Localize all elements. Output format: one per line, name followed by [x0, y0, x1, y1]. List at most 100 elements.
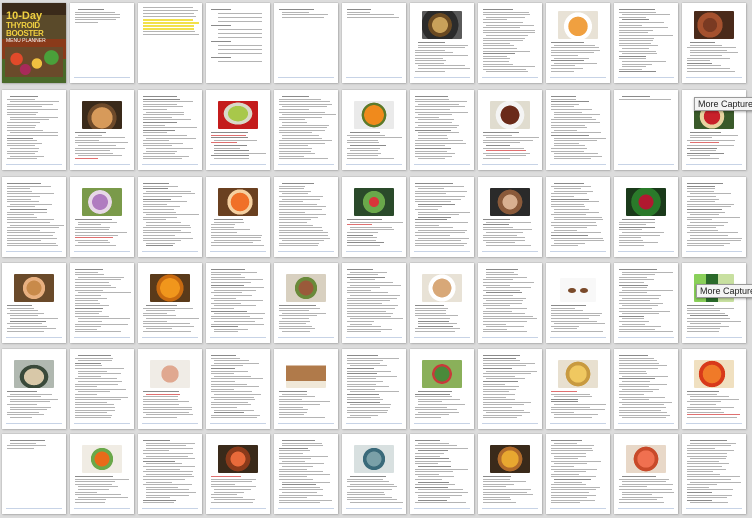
- cover-title-3: BOOSTER: [6, 29, 44, 38]
- page-thumbnail[interactable]: [546, 90, 610, 170]
- page-thumbnail[interactable]: [614, 90, 678, 170]
- recipe-photo-nuts: [560, 278, 596, 302]
- page-thumbnail[interactable]: [410, 90, 474, 170]
- page-thumbnail[interactable]: [274, 3, 338, 83]
- page-thumbnail-grid: 10-Day THYROID BOOSTER MENU PLANNER: [0, 0, 752, 518]
- recipe-photo-stew: [354, 445, 394, 473]
- page-thumbnail[interactable]: [682, 263, 746, 343]
- page-thumbnail[interactable]: [410, 434, 474, 514]
- page-thumbnail[interactable]: [274, 90, 338, 170]
- recipe-photo-skillet: [422, 11, 462, 39]
- page-thumbnail[interactable]: [70, 434, 134, 514]
- page-thumbnail[interactable]: [546, 349, 610, 429]
- recipe-photo-meat: [694, 11, 734, 39]
- cover-page-thumbnail[interactable]: 10-Day THYROID BOOSTER MENU PLANNER: [2, 3, 66, 83]
- recipe-photo-guac: [218, 101, 258, 129]
- page-thumbnail[interactable]: [410, 349, 474, 429]
- cover-title-4: MENU PLANNER: [6, 38, 46, 44]
- recipe-photo-steak: [286, 274, 326, 302]
- recipe-photo-salad: [354, 188, 394, 216]
- page-thumbnail[interactable]: [546, 3, 610, 83]
- page-thumbnail[interactable]: [70, 349, 134, 429]
- page-thumbnail[interactable]: [274, 177, 338, 257]
- recipe-photo-peach: [694, 360, 734, 388]
- page-thumbnail[interactable]: [478, 177, 542, 257]
- page-thumbnail[interactable]: [410, 3, 474, 83]
- page-thumbnail[interactable]: [478, 3, 542, 83]
- recipe-photo-bowl: [14, 274, 54, 302]
- page-thumbnail[interactable]: [2, 90, 66, 170]
- page-thumbnail[interactable]: [682, 434, 746, 514]
- recipe-photo-oats: [150, 360, 190, 388]
- recipe-photo-salmon: [626, 445, 666, 473]
- page-thumbnail[interactable]: [342, 263, 406, 343]
- page-thumbnail[interactable]: [546, 177, 610, 257]
- more-capture-types-button[interactable]: More Capture Ty: [694, 97, 752, 111]
- recipe-photo-shrimp: [218, 445, 258, 473]
- page-thumbnail[interactable]: [342, 349, 406, 429]
- page-thumbnail[interactable]: [682, 349, 746, 429]
- page-thumbnail[interactable]: [478, 90, 542, 170]
- recipe-photo-greens: [422, 360, 462, 388]
- page-thumbnail[interactable]: [614, 3, 678, 83]
- page-thumbnail[interactable]: [682, 3, 746, 83]
- recipe-photo-chicken: [490, 188, 530, 216]
- page-thumbnail[interactable]: [138, 90, 202, 170]
- recipe-photo-paella: [490, 445, 530, 473]
- page-thumbnail[interactable]: [342, 90, 406, 170]
- page-thumbnail[interactable]: [206, 90, 270, 170]
- page-thumbnail[interactable]: [2, 349, 66, 429]
- page-thumbnail[interactable]: [138, 177, 202, 257]
- recipe-photo-cheese: [558, 360, 598, 388]
- page-thumbnail[interactable]: [410, 263, 474, 343]
- page-thumbnail[interactable]: [682, 177, 746, 257]
- page-thumbnail[interactable]: [70, 263, 134, 343]
- page-thumbnail[interactable]: [478, 349, 542, 429]
- page-thumbnail[interactable]: [546, 434, 610, 514]
- page-thumbnail[interactable]: [70, 3, 134, 83]
- recipe-photo-sauce: [218, 188, 258, 216]
- page-thumbnail[interactable]: [206, 434, 270, 514]
- page-thumbnail[interactable]: [206, 3, 270, 83]
- page-thumbnail[interactable]: [342, 177, 406, 257]
- page-thumbnail[interactable]: [546, 263, 610, 343]
- recipe-photo-beans: [490, 101, 530, 129]
- page-thumbnail[interactable]: [342, 3, 406, 83]
- recipe-photo-squash: [150, 274, 190, 302]
- recipe-photo-rice: [422, 274, 462, 302]
- page-thumbnail[interactable]: [614, 177, 678, 257]
- recipe-photo-fish: [14, 360, 54, 388]
- page-thumbnail[interactable]: [614, 349, 678, 429]
- recipe-photo-muffin: [82, 101, 122, 129]
- page-thumbnail[interactable]: [342, 434, 406, 514]
- page-thumbnail[interactable]: [70, 90, 134, 170]
- page-thumbnail[interactable]: [206, 349, 270, 429]
- recipe-photo-pancake: [286, 360, 326, 388]
- more-capture-types-button-2[interactable]: More Capture T: [696, 284, 752, 298]
- page-thumbnail[interactable]: [410, 177, 474, 257]
- page-thumbnail[interactable]: [274, 434, 338, 514]
- page-thumbnail[interactable]: [614, 263, 678, 343]
- page-thumbnail[interactable]: [138, 349, 202, 429]
- page-thumbnail[interactable]: [206, 177, 270, 257]
- page-thumbnail[interactable]: [138, 3, 202, 83]
- page-thumbnail[interactable]: [70, 177, 134, 257]
- page-thumbnail[interactable]: [2, 177, 66, 257]
- page-thumbnail[interactable]: [2, 434, 66, 514]
- page-thumbnail[interactable]: [206, 263, 270, 343]
- recipe-photo-carrot: [82, 445, 122, 473]
- cover-food-image: [5, 47, 63, 77]
- recipe-photo-berries: [626, 188, 666, 216]
- page-thumbnail[interactable]: [138, 263, 202, 343]
- page-thumbnail[interactable]: [478, 434, 542, 514]
- recipe-photo-pumpkin: [354, 101, 394, 129]
- page-thumbnail[interactable]: [274, 349, 338, 429]
- page-thumbnail[interactable]: [274, 263, 338, 343]
- recipe-photo-soup: [558, 11, 598, 39]
- recipe-photo-onion: [82, 188, 122, 216]
- page-thumbnail[interactable]: [614, 434, 678, 514]
- page-thumbnail[interactable]: [138, 434, 202, 514]
- page-thumbnail[interactable]: [478, 263, 542, 343]
- cover-title-1: 10-Day: [6, 10, 43, 22]
- page-thumbnail[interactable]: [2, 263, 66, 343]
